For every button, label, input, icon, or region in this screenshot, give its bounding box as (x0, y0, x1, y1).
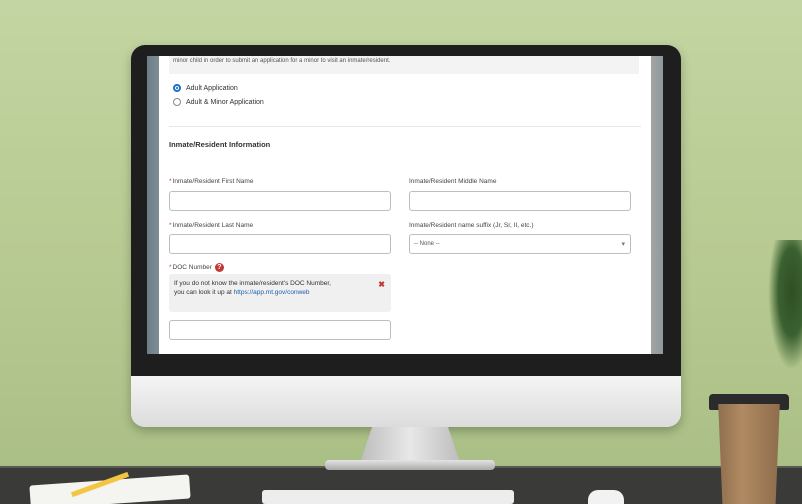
visit-application-form: minor child in order to submit an applic… (159, 56, 651, 354)
radio-option-adult-minor[interactable]: Adult & Minor Application (173, 98, 264, 106)
doc-number-input[interactable] (169, 320, 391, 340)
monitor-base (325, 460, 495, 470)
suffix-selected-value: -- None -- (414, 241, 440, 247)
required-marker: * (169, 178, 172, 185)
required-marker: * (169, 264, 172, 272)
close-icon[interactable]: ✖ (378, 279, 385, 291)
first-name-input[interactable] (169, 191, 391, 211)
last-name-label: *Inmate/Resident Last Name (169, 222, 254, 229)
keyboard (262, 490, 514, 504)
doc-number-help-tooltip: If you do not know the inmate/resident's… (169, 274, 391, 312)
middle-name-input[interactable] (409, 191, 631, 211)
doc-number-label: *DOC Number? (169, 263, 224, 272)
first-name-label: *Inmate/Resident First Name (169, 178, 254, 185)
question-circle-icon[interactable]: ? (214, 263, 224, 272)
monitor-stand (360, 427, 460, 463)
radio-button[interactable] (173, 98, 181, 106)
last-name-input[interactable] (169, 234, 391, 254)
section-title: Inmate/Resident Information (169, 140, 271, 149)
radio-option-adult[interactable]: Adult Application (173, 84, 238, 92)
help-text-line1: If you do not know the inmate/resident's… (174, 280, 331, 287)
suffix-label: Inmate/Resident name suffix (Jr, Sr, II,… (409, 222, 534, 229)
mouse (588, 490, 624, 504)
conweb-link[interactable]: https://app.mt.gov/conweb (234, 289, 310, 296)
radio-button-selected[interactable] (173, 84, 181, 92)
chevron-down-icon: ▾ (621, 241, 625, 248)
required-marker: * (169, 222, 172, 229)
suffix-select[interactable]: -- None -- ▾ (409, 234, 631, 254)
help-text-line2: you can look it up at https://app.mt.gov… (174, 289, 310, 297)
radio-label: Adult & Minor Application (186, 98, 264, 106)
instruction-note: minor child in order to submit an applic… (169, 56, 639, 74)
monitor-screen: minor child in order to submit an applic… (147, 56, 663, 354)
coffee-cup (718, 404, 780, 504)
plant (768, 240, 802, 370)
section-divider (169, 126, 641, 127)
monitor-chin (131, 376, 681, 427)
radio-label: Adult Application (186, 84, 238, 92)
middle-name-label: Inmate/Resident Middle Name (409, 178, 497, 185)
